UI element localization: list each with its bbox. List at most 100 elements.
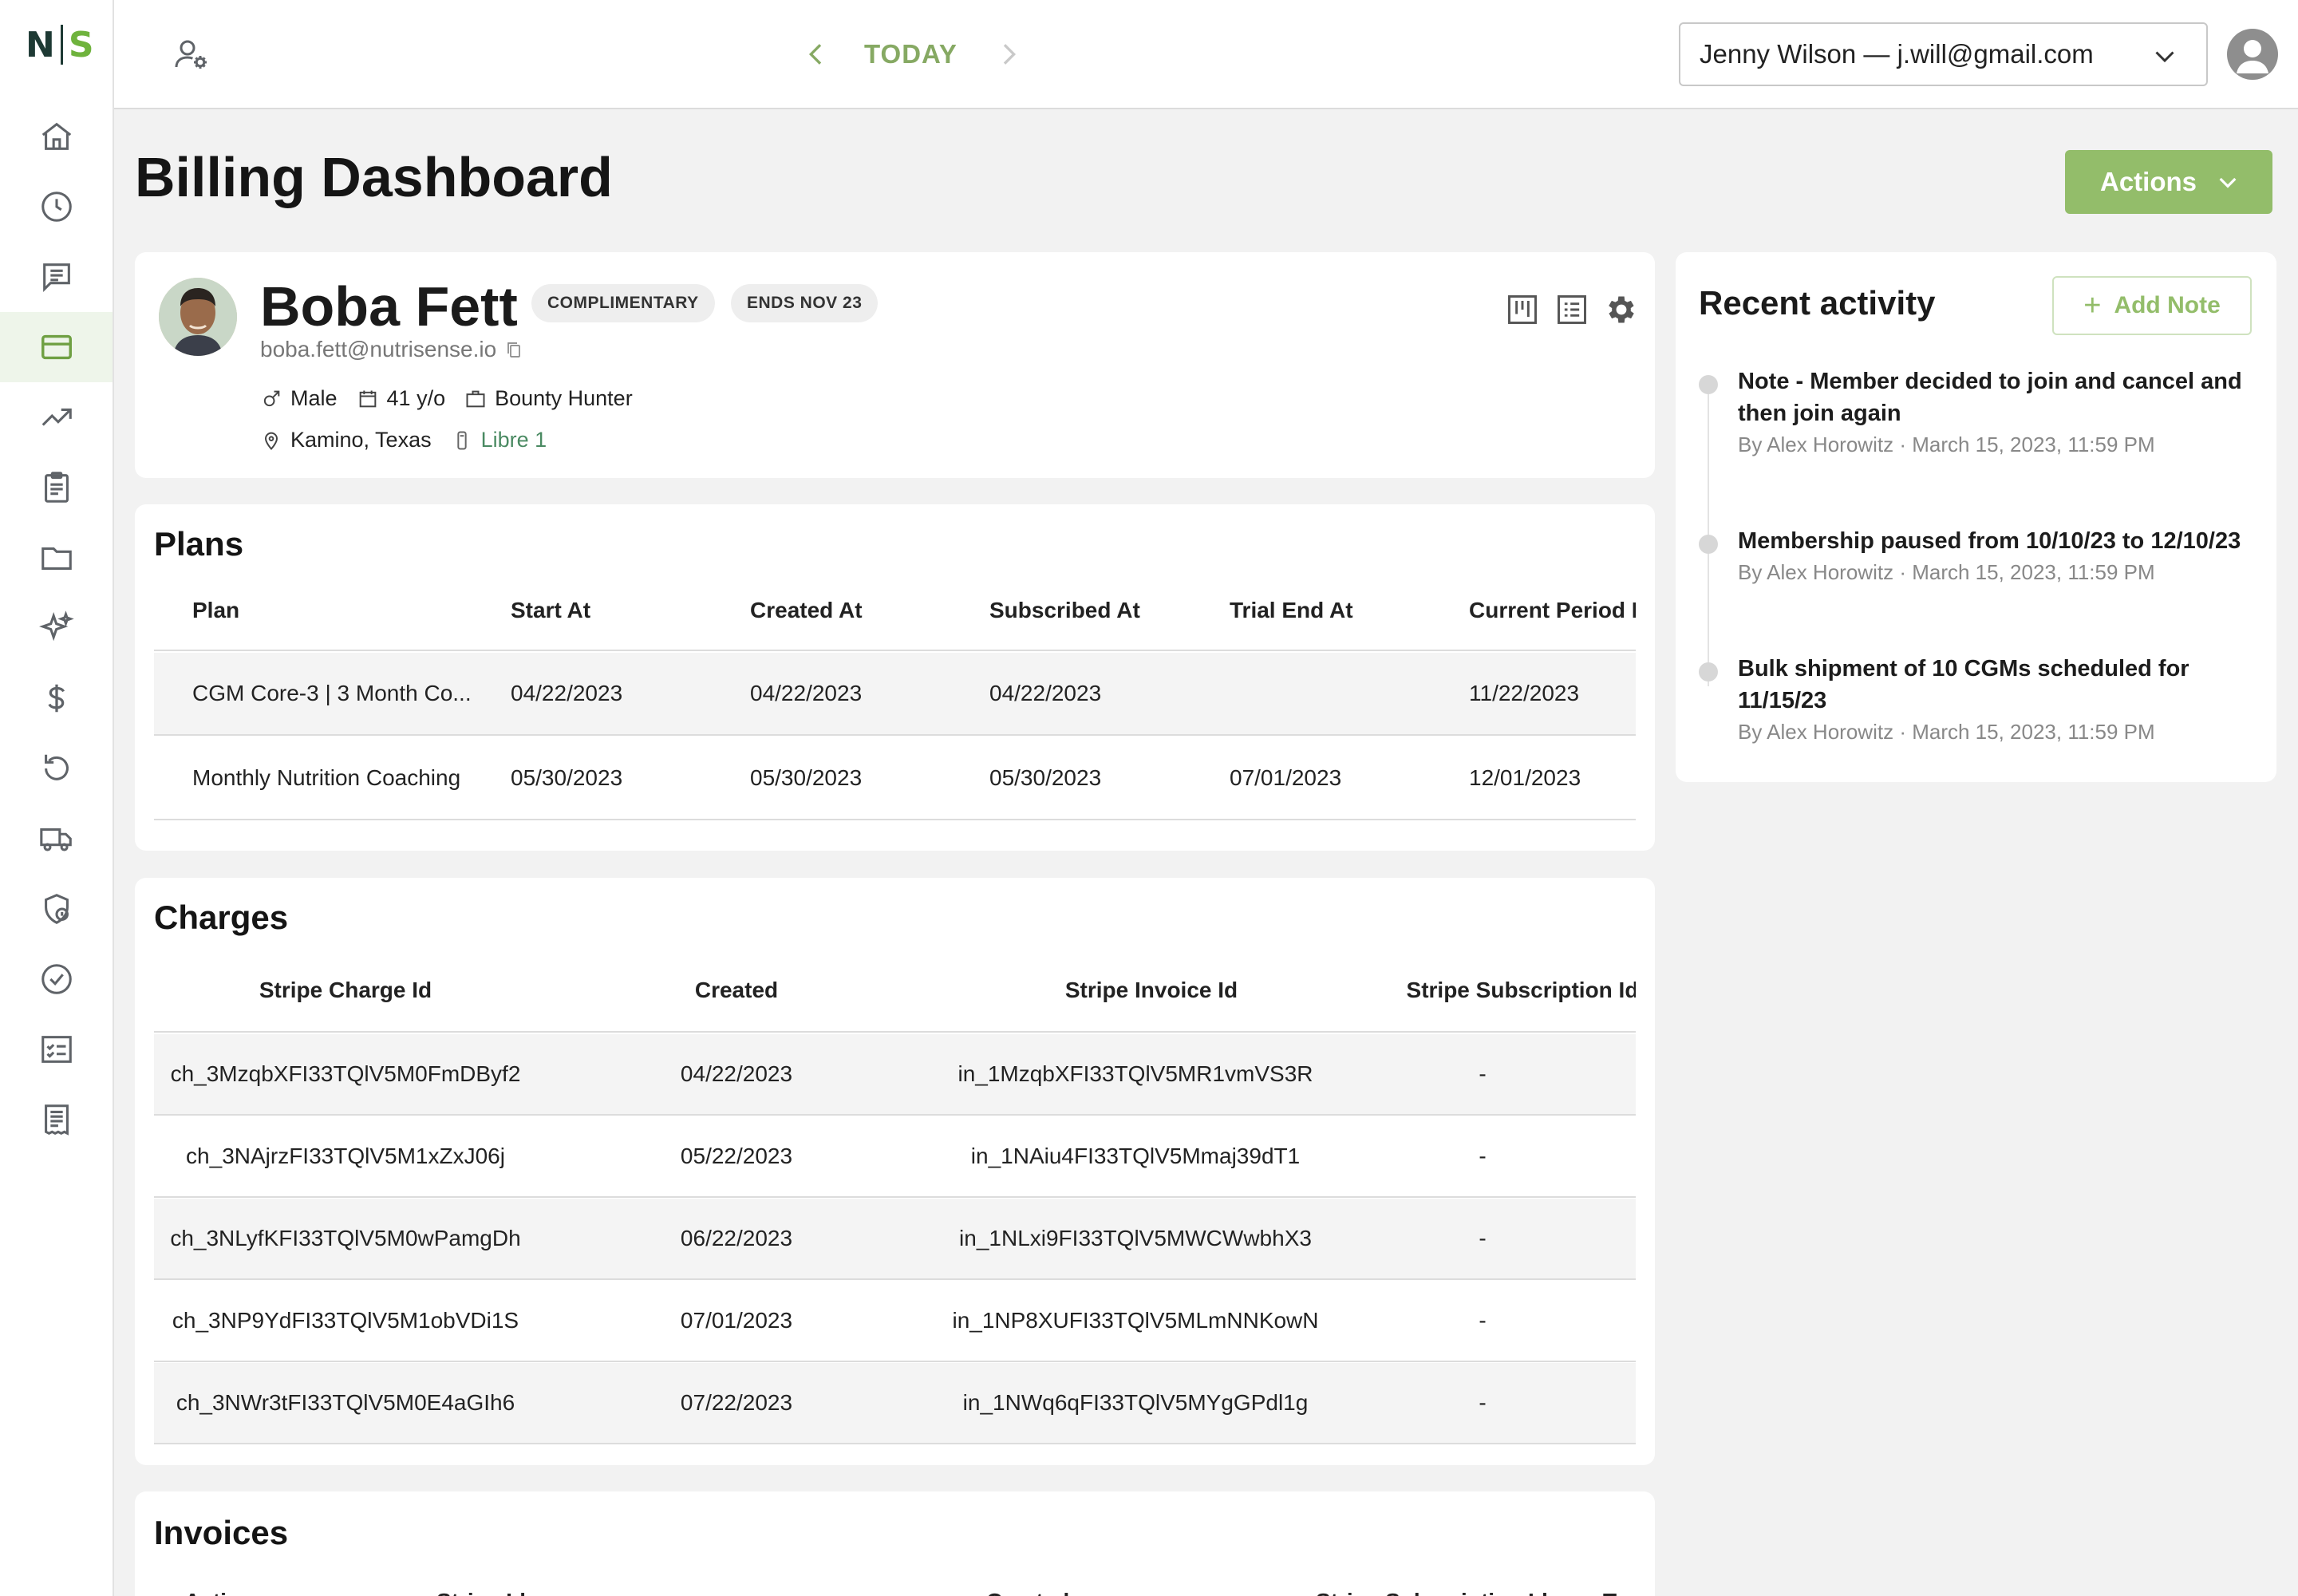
logo-letter-s: S	[68, 24, 94, 65]
sidebar-item-home[interactable]	[0, 101, 113, 172]
receipt-icon	[44, 1104, 69, 1136]
add-note-label: Add Note	[2114, 292, 2221, 318]
table-cell: 04/22/2023	[750, 681, 863, 705]
profile-toolbar	[1491, 292, 1639, 327]
timeline-dot	[1699, 375, 1718, 394]
activity-item[interactable]: Note - Member decided to join and cancel…	[1699, 365, 2257, 469]
table-cell: 07/01/2023	[680, 1308, 793, 1333]
column-header[interactable]: Stripe Id	[436, 1589, 526, 1596]
sidebar-item-trends[interactable]	[0, 382, 113, 452]
table-cell: -	[1479, 1390, 1487, 1415]
table-row[interactable]: Monthly Nutrition Coaching 05/30/2023 05…	[154, 737, 1636, 820]
sidebar-item-payments[interactable]	[0, 663, 113, 733]
charges-header-row: Stripe Charge Id Created Stripe Invoice …	[154, 950, 1636, 1033]
charges-table: Stripe Charge Id Created Stripe Invoice …	[154, 950, 1636, 1457]
activity-item[interactable]: Bulk shipment of 10 CGMs scheduled for 1…	[1699, 653, 2257, 757]
sex-info: Male	[260, 386, 338, 411]
column-header[interactable]: Stripe Subscription Id	[1316, 1589, 1548, 1596]
list-view-icon[interactable]	[1554, 292, 1589, 327]
sidebar-item-shipments[interactable]	[0, 804, 113, 874]
chevron-left-icon[interactable]	[800, 38, 832, 70]
activity-date: March 15, 2023, 11:59 PM	[1912, 720, 2155, 744]
user-select-value: Jenny Wilson — j.will@gmail.com	[1700, 39, 2094, 69]
column-header[interactable]: Stripe Subscription Id	[1351, 950, 1636, 1031]
column-header[interactable]: Trial End At	[1230, 571, 1353, 650]
table-cell: 07/01/2023	[1230, 765, 1342, 790]
sidebar-item-insights[interactable]	[0, 593, 113, 663]
column-header[interactable]: Subscribed At	[989, 571, 1140, 650]
column-header[interactable]: Plan	[192, 571, 239, 650]
table-row[interactable]: ch_3NAjrzFI33TQlV5M1xZxJ06j 05/22/2023 i…	[154, 1116, 1636, 1198]
shield-user-icon	[44, 894, 69, 924]
sidebar-item-refunds[interactable]	[0, 733, 113, 804]
calendar-icon	[359, 390, 376, 407]
table-row[interactable]: CGM Core-3 | 3 Month Co... 04/22/2023 04…	[154, 653, 1636, 736]
invoice-id-cell: in_1NP8XUFI33TQlV5MLmNNKowN	[952, 1308, 1319, 1333]
activity-author: By Alex Horowitz	[1738, 720, 1894, 744]
sex-label: Male	[290, 386, 338, 410]
add-note-button[interactable]: + Add Note	[2052, 276, 2252, 335]
plus-icon: +	[2083, 288, 2102, 322]
chevron-right-icon[interactable]	[993, 38, 1025, 70]
end-date-badge: ENDS NOV 23	[731, 284, 879, 322]
member-avatar	[159, 278, 237, 356]
column-header[interactable]: Actions	[184, 1589, 267, 1596]
column-header[interactable]: Current Period E	[1469, 571, 1636, 650]
sidebar-item-approvals[interactable]	[0, 944, 113, 1014]
chevron-down-icon	[2219, 177, 2237, 188]
sidebar-item-checklist[interactable]	[0, 1014, 113, 1084]
charge-id-cell: ch_3NWr3tFI33TQlV5M0E4aGIh6	[176, 1390, 515, 1415]
sidebar-item-billing[interactable]	[0, 312, 113, 382]
check-circle-icon	[41, 964, 72, 994]
plan-badge: COMPLIMENTARY	[531, 284, 715, 322]
today-label[interactable]: TODAY	[864, 39, 958, 69]
clock-icon	[41, 192, 72, 222]
user-settings-icon[interactable]	[172, 35, 210, 73]
account-avatar[interactable]	[2227, 29, 2278, 80]
invoice-id-cell: in_1NAiu4FI33TQlV5Mmaj39dT1	[970, 1144, 1301, 1168]
user-select[interactable]: Jenny Wilson — j.will@gmail.com	[1679, 22, 2208, 86]
clipboard-icon	[44, 472, 69, 503]
table-cell: 12/01/2023	[1469, 765, 1581, 790]
recent-activity-title: Recent activity	[1699, 284, 1936, 322]
sidebar-item-insurance[interactable]	[0, 874, 113, 944]
sidebar-item-history[interactable]	[0, 172, 113, 242]
column-header[interactable]: Stripe Invoice Id	[952, 950, 1351, 1031]
column-header[interactable]: Start At	[511, 571, 590, 650]
table-cell: 05/30/2023	[750, 765, 863, 790]
column-header[interactable]: Created	[537, 950, 936, 1031]
app-logo[interactable]: N S	[26, 21, 94, 69]
table-row[interactable]: ch_3NP9YdFI33TQlV5M1obVDi1S 07/01/2023 i…	[154, 1281, 1636, 1362]
actions-button[interactable]: Actions	[2065, 150, 2272, 214]
table-row[interactable]: ch_3NWr3tFI33TQlV5M0E4aGIh6 07/22/2023 i…	[154, 1363, 1636, 1444]
member-profile-card: Boba Fett COMPLIMENTARY ENDS NOV 23 boba…	[135, 252, 1655, 478]
occupation-label: Bounty Hunter	[495, 386, 633, 410]
activity-text: Bulk shipment of 10 CGMs scheduled for 1…	[1738, 656, 2189, 713]
copy-icon[interactable]	[504, 340, 523, 359]
column-header[interactable]: T	[1603, 1589, 1617, 1596]
table-row[interactable]: ch_3NLyfKFI33TQlV5M0wPamgDh 06/22/2023 i…	[154, 1199, 1636, 1280]
plans-card: Plans Plan Start At Created At Subscribe…	[135, 504, 1655, 851]
column-header[interactable]: Created	[986, 1589, 1069, 1596]
meta-separator: ·	[1899, 433, 1913, 456]
column-header[interactable]: Stripe Charge Id	[154, 950, 537, 1031]
activity-date: March 15, 2023, 11:59 PM	[1912, 560, 2155, 584]
sidebar: N S	[0, 0, 114, 1596]
trending-up-icon	[41, 408, 72, 426]
column-header[interactable]: Created At	[750, 571, 863, 650]
table-row[interactable]: ch_3MzqbXFI33TQlV5M0FmDByf2 04/22/2023 i…	[154, 1034, 1636, 1116]
device-info[interactable]: Libre 1	[451, 428, 547, 452]
kanban-icon[interactable]	[1505, 292, 1540, 327]
logo-divider	[60, 25, 63, 65]
sidebar-item-messages[interactable]	[0, 242, 113, 312]
timeline-dot	[1699, 535, 1718, 554]
activity-author: By Alex Horowitz	[1738, 560, 1894, 584]
credit-card-icon	[41, 334, 72, 360]
member-email: boba.fett@nutrisense.io	[260, 337, 523, 362]
gear-icon[interactable]	[1604, 292, 1639, 327]
sidebar-item-receipts[interactable]	[0, 1084, 113, 1155]
activity-item[interactable]: Membership paused from 10/10/23 to 12/10…	[1699, 525, 2257, 597]
sidebar-item-tasks[interactable]	[0, 452, 113, 523]
sidebar-item-files[interactable]	[0, 523, 113, 593]
charge-id-cell: ch_3NAjrzFI33TQlV5M1xZxJ06j	[186, 1144, 505, 1168]
